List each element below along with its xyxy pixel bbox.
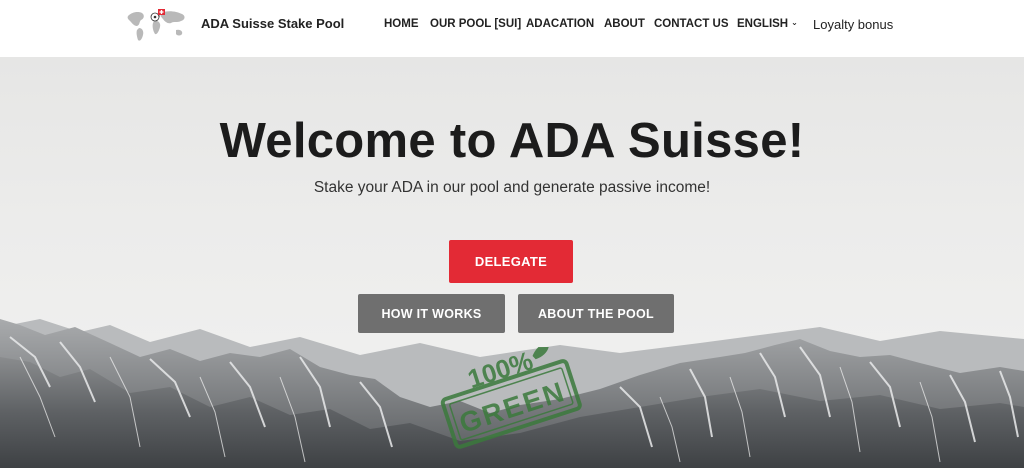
hero-section: Welcome to ADA Suisse! Stake your ADA in… [0,57,1024,468]
green-stamp-badge-icon: 100% GREEN [440,347,582,449]
how-it-works-button[interactable]: HOW IT WORKS [358,294,505,333]
chevron-down-icon: ⌄ [791,18,798,27]
about-the-pool-button[interactable]: ABOUT THE POOL [518,294,674,333]
delegate-button[interactable]: DELEGATE [449,240,573,283]
site-brand-name[interactable]: ADA Suisse Stake Pool [201,16,344,31]
nav-our-pool[interactable]: OUR POOL [SUI] [430,18,521,30]
nav-contact-us[interactable]: CONTACT US [654,18,729,30]
nav-home[interactable]: HOME [384,18,419,30]
nav-language-label: ENGLISH [737,18,789,30]
nav-adacation[interactable]: ADACATION [526,18,594,30]
nav-language-dropdown[interactable]: ENGLISH ⌄ [737,18,798,30]
world-map-logo-icon[interactable] [124,6,192,46]
nav-about[interactable]: ABOUT [604,18,645,30]
site-header: ADA Suisse Stake Pool HOME OUR POOL [SUI… [0,0,1024,57]
nav-loyalty-bonus[interactable]: Loyalty bonus [813,17,893,32]
hero-subtitle: Stake your ADA in our pool and generate … [313,179,711,196]
hero-title: Welcome to ADA Suisse! [219,114,805,168]
